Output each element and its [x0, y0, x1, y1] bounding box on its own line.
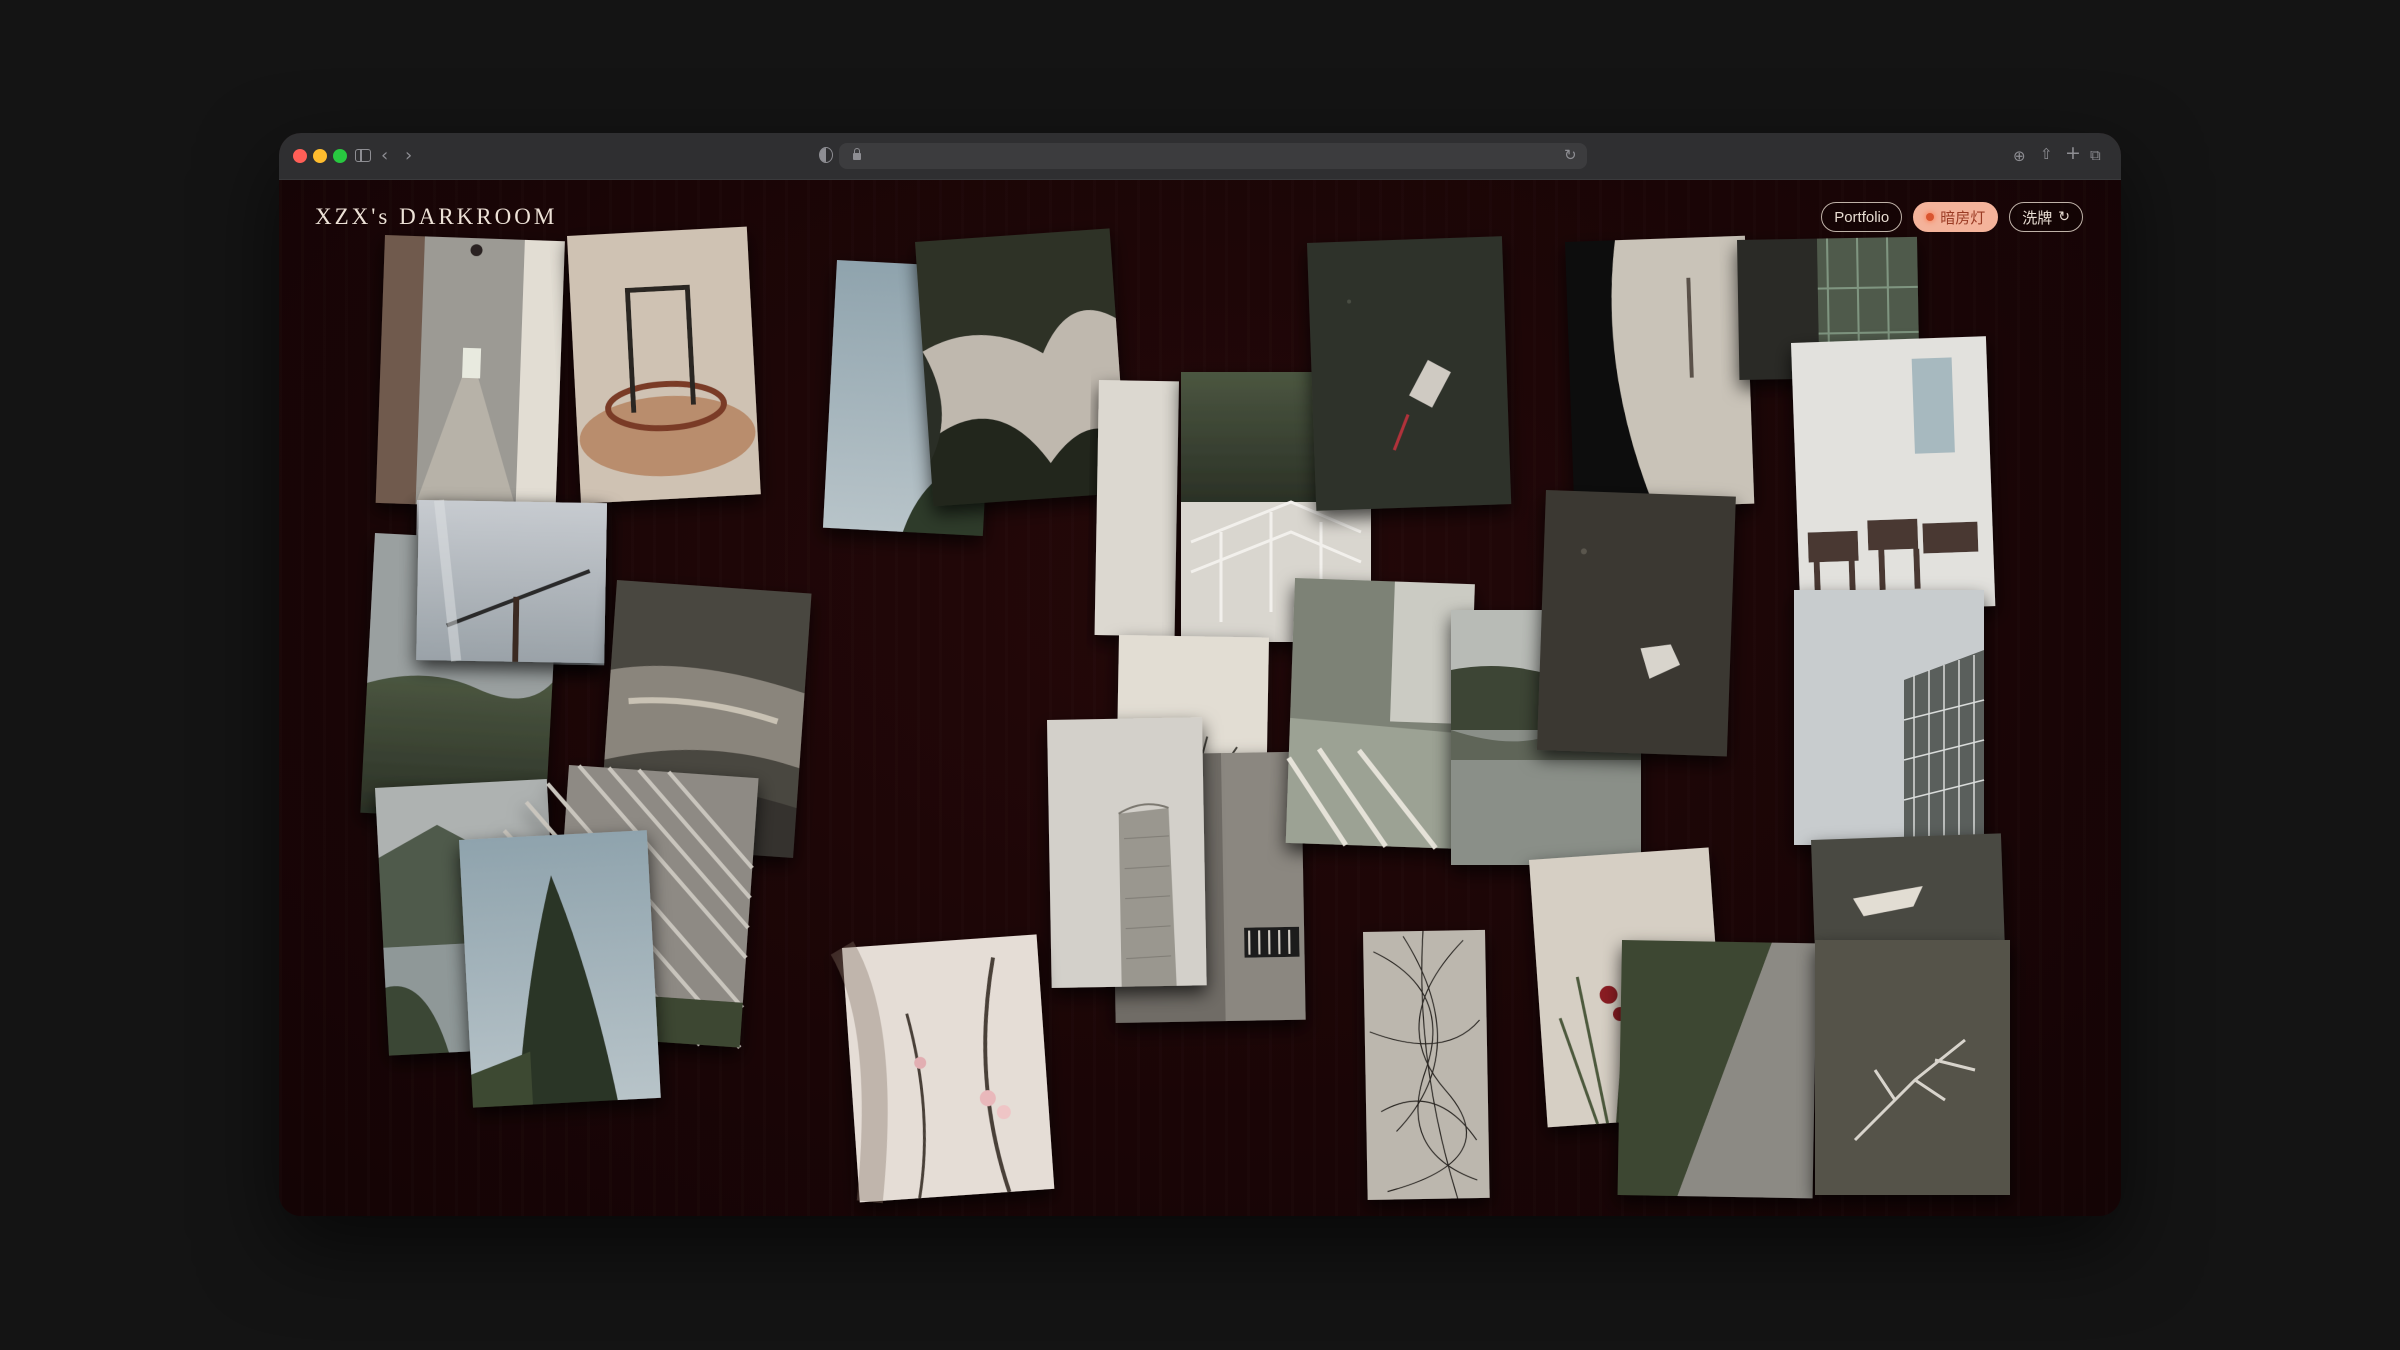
back-icon[interactable]: ‹	[381, 144, 388, 168]
safelight-label: 暗房灯	[1940, 209, 1986, 227]
address-bar[interactable]	[839, 143, 1587, 169]
photo-dry-branch-ground[interactable]	[1815, 940, 2010, 1195]
photo-glass-corridor[interactable]	[1285, 578, 1475, 850]
darkroom-canvas: XZX's DARKROOM Portfolio 暗房灯 洗牌 ↻	[279, 180, 2121, 1216]
photo-stair-railing-back[interactable]	[1094, 380, 1179, 637]
portfolio-button[interactable]: Portfolio	[1821, 202, 1903, 232]
photo-corridor-arches[interactable]	[375, 235, 565, 510]
close-button[interactable]	[293, 149, 307, 163]
sidebar-toggle-icon[interactable]	[355, 149, 371, 162]
shuffle-button[interactable]: 洗牌 ↻	[2009, 202, 2083, 232]
lock-icon	[853, 148, 861, 160]
top-nav: Portfolio 暗房灯 洗牌 ↻	[1821, 202, 2083, 232]
photo-table	[360, 226, 2010, 1203]
photo-tower-building[interactable]	[1047, 717, 1207, 988]
photo-blossom-branch[interactable]	[830, 934, 1055, 1203]
photo-can-on-grass[interactable]	[1307, 236, 1512, 511]
browser-window: ‹ › ↻ ⊕ ⇧ + ⧉ XZX's DARKROOM Portfolio 暗…	[279, 133, 2121, 1216]
browser-titlebar: ‹ › ↻ ⊕ ⇧ + ⧉	[279, 133, 2121, 180]
photo-cypress-tree[interactable]	[459, 830, 661, 1108]
photo-crane-sky-top[interactable]	[416, 499, 607, 664]
new-tab-icon[interactable]: +	[2065, 141, 2081, 165]
photo-metal-sculpture[interactable]	[567, 226, 761, 504]
site-title[interactable]: XZX's DARKROOM	[315, 204, 557, 230]
minimize-button[interactable]	[313, 149, 327, 163]
portfolio-label: Portfolio	[1834, 208, 1890, 226]
photo-classroom[interactable]	[1791, 336, 1996, 613]
photo-tree-canopy-reflection[interactable]	[915, 228, 1129, 507]
photo-green-wall-corner[interactable]	[1617, 939, 1817, 1199]
reload-icon[interactable]: ↻	[1564, 143, 1577, 167]
forward-icon[interactable]: ›	[405, 144, 412, 168]
safelight-toggle[interactable]: 暗房灯	[1913, 202, 1999, 232]
privacy-shield-icon[interactable]	[819, 147, 833, 163]
refresh-icon: ↻	[2058, 209, 2070, 225]
photo-dark-ground[interactable]	[1536, 490, 1736, 757]
translate-icon[interactable]: ⊕	[2013, 144, 2026, 168]
photo-tree-shadow[interactable]	[1565, 235, 1755, 510]
share-icon[interactable]: ⇧	[2040, 142, 2053, 166]
zoom-button[interactable]	[333, 149, 347, 163]
tab-overview-icon[interactable]: ⧉	[2090, 143, 2101, 167]
safelight-bulb-icon	[1926, 213, 1935, 221]
photo-tangled-wires[interactable]	[1363, 929, 1490, 1200]
shuffle-label: 洗牌	[2022, 209, 2053, 227]
photo-glass-building[interactable]	[1794, 590, 1985, 845]
